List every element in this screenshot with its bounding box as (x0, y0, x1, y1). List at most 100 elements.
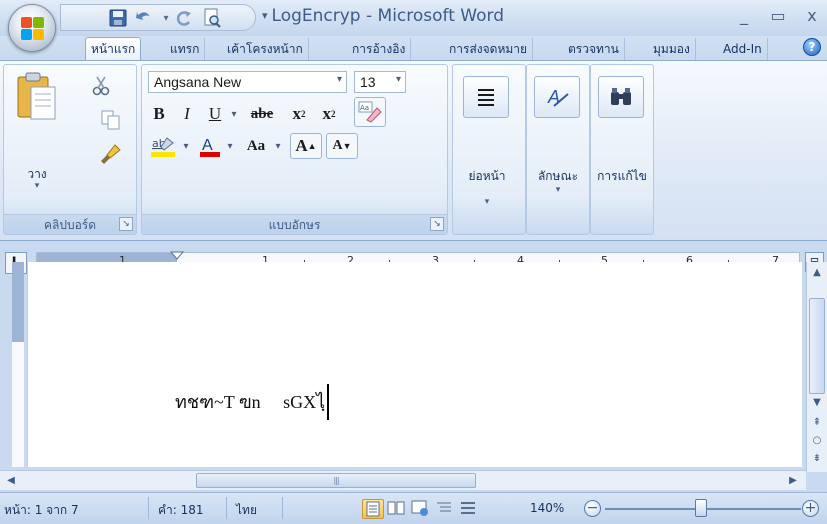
outline-view-icon[interactable] (434, 499, 456, 519)
clear-formatting-button[interactable]: Aa (354, 97, 386, 127)
subscript-glyph: x (292, 104, 302, 123)
tab-insert[interactable]: แทรก (165, 38, 206, 60)
word-count[interactable]: คำ: 181 (158, 501, 204, 520)
ribbon: วาง ▾ คลิปบอร์ด ↘ Angsana New ▾ 13 ▾ B I… (0, 60, 827, 241)
document-text[interactable]: ทชฑ~T ฃn sGXไฺ (175, 384, 330, 420)
previous-page-icon[interactable]: ⇞ (810, 416, 824, 430)
document-text-content: ทชฑ~T ฃn sGXไฺ (175, 392, 326, 412)
underline-dropdown-icon[interactable]: ▾ (228, 101, 240, 127)
vertical-ruler[interactable] (12, 262, 24, 467)
tab-home[interactable]: หน้าแรก (85, 37, 142, 61)
select-browse-object-icon[interactable]: ○ (810, 434, 824, 448)
undo-icon[interactable] (133, 8, 155, 28)
scroll-right-icon[interactable]: ▶ (786, 474, 800, 488)
status-separator (282, 497, 283, 519)
font-color-icon: A (200, 137, 220, 157)
font-name-combo[interactable]: Angsana New ▾ (148, 71, 347, 93)
font-color-button[interactable]: A (196, 133, 224, 159)
vertical-scroll-thumb[interactable] (809, 298, 825, 394)
styles-dropdown-icon[interactable]: ▾ (527, 185, 589, 195)
font-launcher-icon[interactable]: ↘ (430, 217, 444, 231)
subscript-button[interactable]: x2 (286, 101, 312, 127)
horizontal-scrollbar[interactable]: ◀ ||| ▶ (0, 470, 806, 490)
scroll-up-icon[interactable]: ▲ (810, 266, 824, 280)
grow-font-glyph: A (295, 136, 308, 155)
bold-button[interactable]: B (148, 101, 170, 127)
draft-view-icon[interactable] (458, 499, 480, 519)
font-color-dropdown-icon[interactable]: ▾ (224, 133, 236, 159)
cut-icon[interactable] (90, 75, 112, 97)
tab-page-layout[interactable]: เค้าโครงหน้าก (222, 38, 309, 60)
tab-review[interactable]: ตรวจทาน (563, 38, 625, 60)
svg-text:A: A (547, 87, 560, 107)
next-page-icon[interactable]: ⇟ (810, 452, 824, 466)
print-layout-view-icon[interactable] (362, 499, 384, 519)
zoom-out-icon[interactable]: − (584, 500, 601, 517)
superscript-button[interactable]: x2 (316, 101, 342, 127)
editing-group[interactable]: การแก้ไข (590, 64, 654, 235)
minimize-button[interactable]: _ (732, 6, 756, 26)
highlight-dropdown-icon[interactable]: ▾ (180, 133, 192, 159)
document-page[interactable]: ทชฑ~T ฃn sGXไฺ (27, 262, 802, 467)
tab-add-in[interactable]: Add-In (718, 38, 768, 60)
maximize-button[interactable]: ▭ (766, 6, 790, 26)
change-case-dropdown-icon[interactable]: ▾ (272, 133, 284, 159)
paragraph-button[interactable]: ย่อหน้า ▾ (456, 73, 518, 207)
tab-mailings[interactable]: การส่งจดหมาย (444, 38, 534, 60)
tab-view[interactable]: มุมมอง (648, 38, 696, 60)
shrink-font-glyph: A (332, 138, 343, 153)
zoom-in-icon[interactable]: + (802, 500, 819, 517)
paste-dropdown-icon[interactable]: ▾ (8, 181, 66, 191)
italic-button[interactable]: I (176, 101, 198, 127)
tab-references[interactable]: การอ้างอิง (347, 38, 412, 60)
font-size-value: 13 (360, 74, 376, 90)
strikethrough-button[interactable]: abe (244, 101, 280, 127)
font-name-dropdown-icon[interactable]: ▾ (337, 74, 342, 85)
binoculars-icon (598, 76, 644, 118)
help-icon[interactable]: ? (803, 38, 821, 56)
font-size-dropdown-icon[interactable]: ▾ (396, 74, 401, 85)
paste-button[interactable]: วาง ▾ (8, 71, 66, 197)
close-button[interactable]: x (800, 6, 824, 26)
qat-customize-icon[interactable]: ▾ (262, 9, 268, 22)
paragraph-dropdown-icon[interactable]: ▾ (456, 197, 518, 207)
styles-group[interactable]: A ลักษณะ ▾ (526, 64, 590, 235)
horizontal-scroll-thumb[interactable]: ||| (196, 473, 476, 488)
scroll-left-icon[interactable]: ◀ (4, 474, 18, 488)
format-painter-icon[interactable] (100, 143, 122, 165)
quick-access-toolbar: ▾ (60, 4, 256, 31)
office-button[interactable] (8, 4, 56, 52)
zoom-slider-thumb[interactable] (695, 499, 707, 517)
paragraph-group[interactable]: ย่อหน้า ▾ (452, 64, 526, 235)
editing-button[interactable]: การแก้ไข (591, 73, 653, 203)
print-preview-icon[interactable] (201, 8, 223, 28)
vertical-scrollbar[interactable]: ▲ ▼ ⇞ ○ ⇟ (806, 262, 827, 472)
status-separator (148, 497, 149, 519)
text-cursor (327, 384, 330, 420)
superscript-glyph: x (322, 104, 332, 123)
styles-button[interactable]: A ลักษณะ ▾ (527, 73, 589, 203)
save-icon[interactable] (107, 8, 129, 28)
editing-label: การแก้ไข (597, 169, 647, 183)
window-title: ▾ LogEncryp - Microsoft Word (262, 6, 504, 26)
language-indicator[interactable]: ไทย (236, 501, 257, 520)
zoom-level[interactable]: 140% (530, 501, 564, 515)
vertical-ruler-body (12, 342, 24, 467)
svg-text:A: A (202, 137, 213, 154)
redo-icon[interactable] (173, 8, 195, 28)
clipboard-launcher-icon[interactable]: ↘ (119, 217, 133, 231)
underline-button[interactable]: U (204, 101, 226, 127)
grow-font-button[interactable]: A ▲ (290, 133, 322, 159)
window-title-text: LogEncryp - Microsoft Word (271, 6, 505, 26)
paragraph-label: ย่อหน้า (468, 169, 506, 183)
highlight-button[interactable]: ab (148, 133, 178, 159)
font-size-combo[interactable]: 13 ▾ (354, 71, 406, 93)
copy-icon[interactable] (100, 109, 122, 131)
page-count[interactable]: หน้า: 1 จาก 7 (4, 501, 79, 520)
web-layout-icon[interactable] (410, 499, 432, 519)
office-logo-icon (21, 17, 44, 40)
scroll-down-icon[interactable]: ▼ (810, 396, 824, 410)
full-screen-reading-icon[interactable] (386, 499, 408, 519)
shrink-font-button[interactable]: A ▼ (326, 133, 358, 159)
change-case-button[interactable]: Aa (240, 133, 272, 159)
